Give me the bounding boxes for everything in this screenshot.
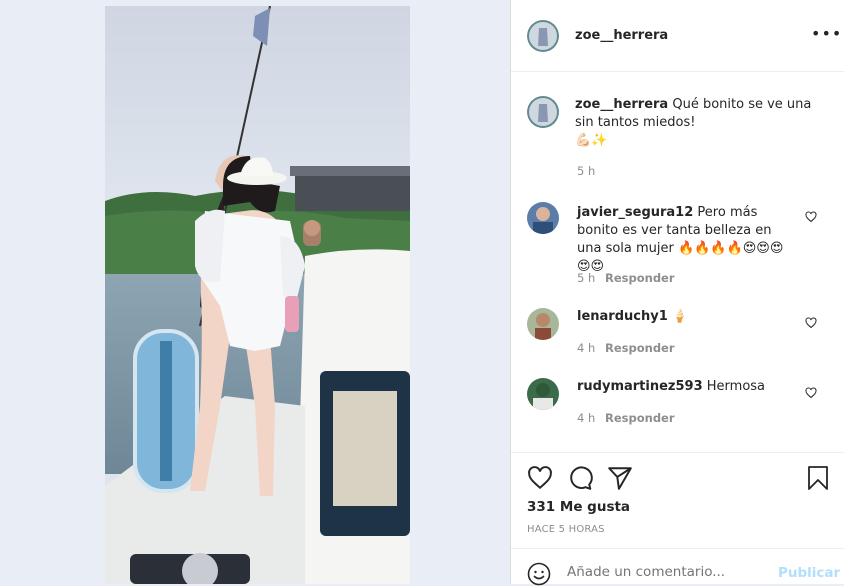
reply-button[interactable]: Responder	[605, 271, 675, 285]
comment-box: Publicar	[511, 548, 844, 586]
comment-time: 4 h	[577, 411, 596, 425]
like-heart-icon[interactable]	[527, 465, 553, 491]
post-header: zoe__herrera •••	[511, 0, 844, 72]
avatar[interactable]	[527, 308, 559, 340]
comment-text: javier_segura12 Pero más bonito es ver t…	[577, 204, 792, 276]
heart-icon[interactable]	[805, 387, 817, 399]
share-icon[interactable]	[607, 465, 633, 491]
comment-time: 4 h	[577, 341, 596, 355]
comment-item: javier_segura12 Pero más bonito es ver t…	[527, 202, 844, 292]
comment-text: lenarduchy1 🍦	[577, 308, 688, 326]
avatar[interactable]	[527, 96, 559, 128]
reply-button[interactable]: Responder	[605, 341, 675, 355]
avatar[interactable]	[527, 202, 559, 234]
post-panel: zoe__herrera ••• zoe__herrera Qué bonito…	[510, 0, 844, 586]
comment-username[interactable]: lenarduchy1	[577, 309, 668, 324]
comment-body: 🍦	[671, 309, 689, 324]
post-timestamp: HACE 5 HORAS	[527, 524, 605, 535]
avatar[interactable]	[527, 378, 559, 410]
caption-emoji: 💪🏻✨	[575, 133, 608, 148]
comment-body: Hermosa	[706, 379, 766, 394]
comment-time: 5 h	[577, 271, 596, 285]
heart-icon[interactable]	[805, 317, 817, 329]
caption-time: 5 h	[577, 164, 596, 178]
avatar[interactable]	[527, 20, 559, 52]
header-username[interactable]: zoe__herrera	[575, 28, 668, 43]
comment-username[interactable]: rudymartinez593	[577, 379, 703, 394]
reply-button[interactable]: Responder	[605, 411, 675, 425]
comment-text: rudymartinez593 Hermosa	[577, 378, 765, 396]
photo-pane	[0, 0, 510, 584]
comment-username[interactable]: javier_segura12	[577, 205, 693, 220]
likes-count[interactable]: 331 Me gusta	[527, 499, 630, 515]
caption-username[interactable]: zoe__herrera	[575, 97, 668, 112]
heart-icon[interactable]	[805, 211, 817, 223]
publish-button[interactable]: Publicar	[778, 565, 840, 581]
caption-text: zoe__herrera Qué bonito se ve una sin ta…	[575, 96, 825, 150]
emoji-icon[interactable]	[527, 562, 551, 586]
comment-icon[interactable]	[567, 465, 593, 491]
post-photo[interactable]	[105, 6, 410, 584]
more-options-icon[interactable]: •••	[811, 24, 842, 43]
comment-input[interactable]	[565, 563, 769, 581]
comment-item: lenarduchy1 🍦 4 h Responder	[527, 308, 844, 364]
save-bookmark-icon[interactable]	[806, 465, 830, 491]
comment-item: rudymartinez593 Hermosa 4 h Responder	[527, 378, 844, 434]
